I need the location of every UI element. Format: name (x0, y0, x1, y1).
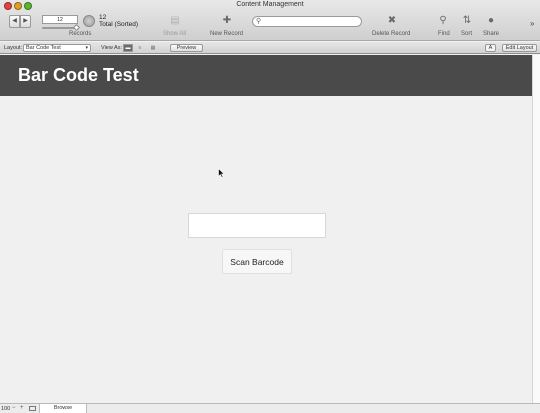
next-record-button[interactable]: ▶ (20, 15, 31, 28)
previous-record-button[interactable]: ◀ (9, 15, 20, 28)
title-toolbar: Content Management ◀ ▶ 12 12 Total (Sort… (0, 0, 540, 41)
app-window: Content Management ◀ ▶ 12 12 Total (Sort… (0, 0, 540, 413)
page-title: Bar Code Test (18, 65, 139, 85)
window-title: Content Management (236, 1, 304, 8)
sort-label[interactable]: Sort (461, 31, 472, 37)
chevron-down-icon: ▾ (85, 45, 88, 51)
toggle-toolbar-icon[interactable] (29, 406, 36, 411)
record-slider-thumb[interactable] (72, 23, 81, 32)
mode-popup[interactable]: Browse (39, 404, 87, 413)
zoom-level[interactable]: 100 (1, 406, 10, 412)
sort-icon[interactable]: ⇅ (461, 15, 473, 27)
text-formatting-button[interactable]: A (485, 44, 496, 52)
vertical-scrollbar[interactable] (532, 55, 540, 403)
layout-body: Scan Barcode (0, 96, 532, 403)
zoom-in-icon[interactable]: + (20, 405, 24, 411)
preview-button[interactable]: Preview (170, 44, 203, 52)
view-as-label: View As: (101, 45, 122, 51)
view-as-table-button[interactable]: ▦ (148, 44, 158, 52)
view-as-form-button[interactable]: ▬ (123, 44, 133, 52)
layout-bar: Layout: Bar Code Test ▾ View As: ▬ ≡ ▦ P… (0, 42, 540, 54)
find-label[interactable]: Find (438, 31, 450, 37)
share-icon[interactable]: ● (485, 15, 497, 27)
current-record-field[interactable]: 12 (42, 15, 78, 24)
record-count: 12 (99, 14, 107, 21)
view-as-list-button[interactable]: ≡ (135, 44, 145, 52)
layout-select[interactable]: Bar Code Test ▾ (23, 44, 91, 52)
share-label[interactable]: Share (483, 31, 499, 37)
delete-record-icon[interactable]: ✖ (386, 15, 398, 27)
show-all-icon[interactable]: ▤ (169, 15, 181, 27)
find-icon[interactable]: ⚲ (437, 15, 449, 27)
status-bar: 100 − + Browse (0, 403, 540, 413)
layout-select-value: Bar Code Test (26, 45, 61, 51)
layout-header: Bar Code Test (0, 55, 532, 96)
delete-record-label[interactable]: Delete Record (372, 31, 410, 37)
zoom-out-icon[interactable]: − (12, 405, 16, 411)
found-status: Total (Sorted) (99, 21, 139, 28)
records-label: Records (69, 31, 92, 37)
edit-layout-button[interactable]: Edit Layout (502, 44, 537, 52)
new-record-label[interactable]: New Record (210, 31, 243, 37)
show-all-label[interactable]: Show All (163, 31, 186, 37)
new-record-icon[interactable]: ✚ (221, 15, 233, 27)
search-input[interactable] (265, 17, 359, 26)
barcode-field[interactable] (188, 213, 326, 238)
toolbar-overflow-icon[interactable]: » (530, 19, 534, 28)
layout-label: Layout: (4, 45, 23, 51)
scan-barcode-button[interactable]: Scan Barcode (222, 249, 292, 274)
found-set-pie-icon[interactable] (83, 15, 95, 27)
quick-find-search[interactable]: ⚲ (252, 16, 362, 27)
mouse-cursor-icon (218, 168, 225, 178)
search-icon: ⚲ (256, 18, 262, 25)
